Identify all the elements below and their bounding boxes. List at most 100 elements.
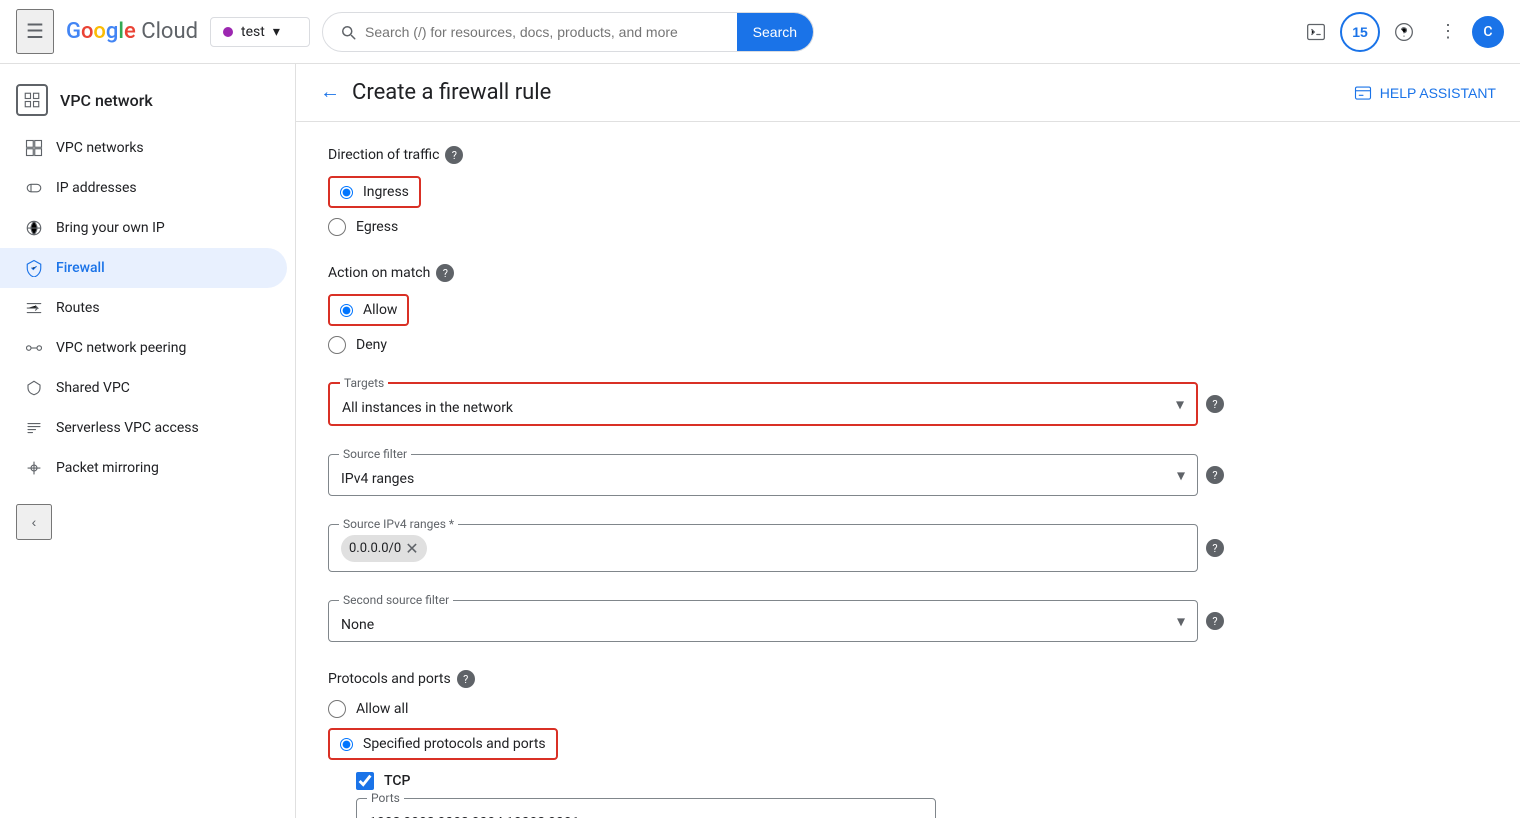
egress-label[interactable]: Egress	[356, 219, 398, 235]
sidebar-item-shared-vpc[interactable]: Shared VPC	[0, 368, 287, 408]
source-filter-row: Source filter IPv4 ranges ▾ ?	[328, 454, 1224, 496]
egress-radio[interactable]	[328, 218, 346, 236]
specified-protocols-radio[interactable]	[340, 738, 353, 751]
terminal-button[interactable]	[1296, 12, 1336, 52]
topbar: ☰ Google Cloud test ▾ Search 15	[0, 0, 1520, 64]
sidebar-item-bring-your-own-ip[interactable]: Bring your own IP	[0, 208, 287, 248]
allow-radio[interactable]	[340, 304, 353, 317]
search-input[interactable]	[365, 24, 729, 40]
egress-option: Egress	[328, 218, 1224, 236]
source-ipv4-row: Source IPv4 ranges * 0.0.0.0/0 ✕ ?	[328, 524, 1224, 572]
back-button[interactable]: ←	[320, 81, 340, 104]
search-bar[interactable]: Search	[322, 12, 814, 52]
sidebar-item-label: Serverless VPC access	[56, 420, 199, 436]
sidebar-item-firewall[interactable]: Firewall	[0, 248, 287, 288]
source-filter-value: IPv4 ranges	[341, 471, 414, 487]
hamburger-menu-button[interactable]: ☰	[16, 9, 54, 54]
terminal-icon	[1306, 22, 1326, 42]
tcp-ports-field[interactable]: Ports 1883,8883,8083,8084,18083,8081	[356, 798, 936, 818]
direction-help-icon[interactable]: ?	[445, 146, 463, 164]
content-header-left: ← Create a firewall rule	[320, 80, 551, 105]
targets-dropdown-arrow-icon: ▾	[1176, 395, 1184, 414]
vpc-network-icon	[16, 84, 48, 116]
action-help-icon[interactable]: ?	[436, 264, 454, 282]
help-assistant-button[interactable]: HELP ASSISTANT	[1354, 84, 1496, 102]
project-dot-icon	[223, 27, 233, 37]
targets-label: Targets	[340, 376, 388, 390]
notification-count: 15	[1352, 24, 1368, 40]
source-ipv4-label: Source IPv4 ranges *	[339, 517, 458, 531]
targets-section: Targets All instances in the network ▾ ?	[328, 382, 1224, 426]
ingress-radio[interactable]	[340, 186, 353, 199]
targets-help-icon[interactable]: ?	[1206, 395, 1224, 413]
tcp-label[interactable]: TCP	[384, 773, 410, 789]
chip-remove-button[interactable]: ✕	[405, 539, 418, 558]
targets-dropdown[interactable]: Targets All instances in the network ▾	[328, 382, 1198, 426]
source-ipv4-help-icon[interactable]: ?	[1206, 539, 1224, 557]
ingress-label[interactable]: Ingress	[363, 184, 409, 200]
vpc-icon	[23, 91, 41, 109]
sidebar-item-label: Firewall	[56, 260, 105, 276]
sidebar-item-routes[interactable]: Routes	[0, 288, 287, 328]
sidebar-item-vpc-network-peering[interactable]: VPC network peering	[0, 328, 287, 368]
source-filter-dropdown[interactable]: Source filter IPv4 ranges ▾	[328, 454, 1198, 496]
project-name: test	[241, 24, 265, 40]
project-selector[interactable]: test ▾	[210, 17, 310, 47]
google-cloud-logo: Google Cloud	[66, 19, 198, 44]
second-source-help-icon[interactable]: ?	[1206, 612, 1224, 630]
avatar[interactable]: C	[1472, 16, 1504, 48]
search-icon	[339, 23, 357, 41]
sidebar-item-vpc-networks[interactable]: VPC networks	[0, 128, 287, 168]
sidebar-item-label: VPC networks	[56, 140, 144, 156]
allow-all-label[interactable]: Allow all	[356, 701, 408, 717]
page-title: Create a firewall rule	[352, 80, 551, 105]
sidebar-collapse-button[interactable]: ‹	[16, 504, 52, 540]
ip-addresses-icon	[24, 178, 44, 198]
form-content: Direction of traffic ? Ingress Egress	[296, 122, 1256, 818]
second-source-filter-row: Second source filter None ▾ ?	[328, 600, 1224, 642]
more-options-button[interactable]: ⋮	[1428, 12, 1468, 52]
second-source-filter-dropdown[interactable]: Second source filter None ▾	[328, 600, 1198, 642]
sidebar-item-serverless-vpc[interactable]: Serverless VPC access	[0, 408, 287, 448]
direction-section: Direction of traffic ? Ingress Egress	[328, 146, 1224, 236]
allow-label[interactable]: Allow	[363, 302, 397, 318]
direction-label: Direction of traffic ?	[328, 146, 1224, 164]
second-source-value: None	[341, 617, 374, 633]
targets-value: All instances in the network	[342, 400, 513, 416]
tcp-checkbox[interactable]	[356, 772, 374, 790]
protocols-help-icon[interactable]: ?	[457, 670, 475, 688]
allow-all-option: Allow all	[328, 700, 1224, 718]
chevron-down-icon: ▾	[273, 24, 280, 40]
packet-mirroring-icon	[24, 458, 44, 478]
google-logo-text: Google Cloud	[66, 19, 198, 44]
shared-vpc-icon	[24, 378, 44, 398]
sidebar-item-label: Routes	[56, 300, 100, 316]
help-assistant-icon	[1354, 84, 1372, 102]
source-filter-label: Source filter	[339, 447, 411, 461]
deny-radio[interactable]	[328, 336, 346, 354]
specified-protocols-label[interactable]: Specified protocols and ports	[363, 736, 546, 752]
action-section: Action on match ? Allow Deny	[328, 264, 1224, 354]
ipv4-chip: 0.0.0.0/0 ✕	[341, 535, 427, 562]
notification-button[interactable]: 15	[1340, 12, 1380, 52]
tcp-checkbox-option: TCP	[356, 772, 1224, 790]
sidebar-item-ip-addresses[interactable]: IP addresses	[0, 168, 287, 208]
source-filter-section: Source filter IPv4 ranges ▾ ?	[328, 454, 1224, 496]
help-assistant-label: HELP ASSISTANT	[1380, 85, 1496, 101]
vpc-networks-icon	[24, 138, 44, 158]
help-button[interactable]	[1384, 12, 1424, 52]
sidebar-item-packet-mirroring[interactable]: Packet mirroring	[0, 448, 287, 488]
deny-label[interactable]: Deny	[356, 337, 387, 353]
allow-all-radio[interactable]	[328, 700, 346, 718]
sidebar-header: VPC network	[0, 72, 295, 128]
source-filter-help-icon[interactable]: ?	[1206, 466, 1224, 484]
source-ipv4-input[interactable]: Source IPv4 ranges * 0.0.0.0/0 ✕	[328, 524, 1198, 572]
sidebar-item-label: VPC network peering	[56, 340, 186, 356]
sidebar-item-label: Packet mirroring	[56, 460, 159, 476]
sidebar-item-label: Bring your own IP	[56, 220, 165, 236]
help-circle-icon	[1394, 22, 1414, 42]
search-button[interactable]: Search	[737, 13, 813, 51]
routes-icon	[24, 298, 44, 318]
sidebar: VPC network VPC networks IP addresses Br…	[0, 64, 296, 818]
allow-option-highlighted: Allow	[328, 294, 409, 326]
